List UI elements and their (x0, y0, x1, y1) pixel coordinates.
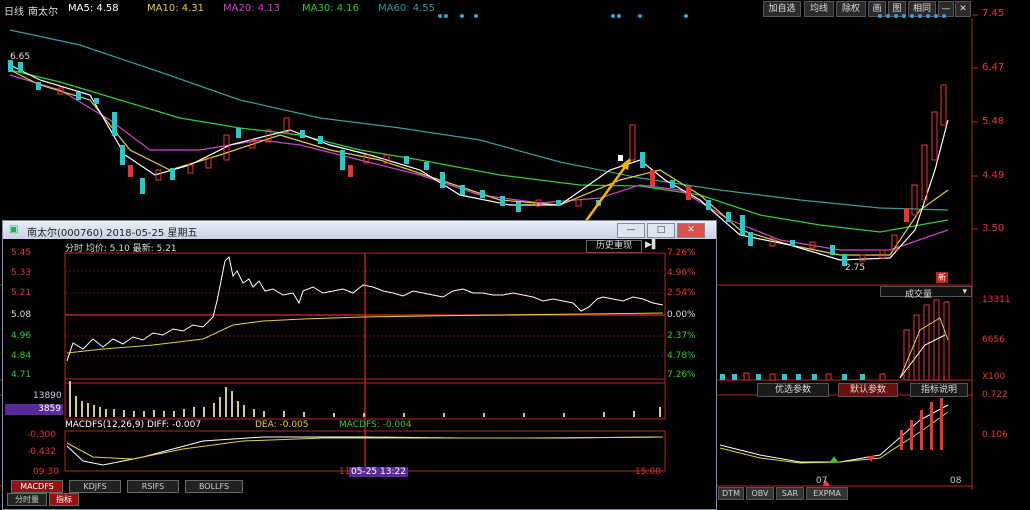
volume-selector-label: 成交量 (905, 290, 933, 300)
intraday-popup-window[interactable]: ▣ 南太尔(000760) 2018-05-25 星期五 — □ ✕ 分时 均价… (2, 220, 717, 510)
time-label: 15:00 (635, 467, 661, 477)
high-price-label: 6.65 (10, 52, 31, 62)
pct-tick: 2.37% (667, 331, 696, 341)
macd-tick: 0.722 (982, 390, 1008, 400)
price-tick: 4.84 (11, 351, 32, 361)
tab-kdjfs[interactable]: KDJFS (69, 480, 121, 493)
macd-label: MACDFS(12,26,9) DIFF: -0.007 (65, 420, 202, 430)
ma30-line (9, 69, 949, 233)
tab-rsifs[interactable]: RSIFS (127, 480, 179, 493)
price-tick: 4.49 (982, 170, 1005, 181)
price-tick: 5.21 (11, 288, 32, 298)
volume-selector[interactable]: 成交量 ▾ (880, 286, 972, 300)
pct-tick: 4.78% (667, 351, 696, 361)
vol-tick: 13890 (33, 391, 62, 401)
pct-tick: 7.26% (667, 370, 696, 380)
volume-tick: 6656 (982, 335, 1005, 345)
price-tick: 6.47 (982, 62, 1005, 73)
tab-bollfs[interactable]: BOLLFS (185, 480, 243, 493)
macd-tick: -0.300 (27, 430, 57, 440)
ma60-line (9, 29, 949, 211)
vol-value-badge: 3859 (5, 404, 63, 415)
event-markers (438, 14, 946, 18)
price-tick: 5.33 (11, 268, 32, 278)
x-label: 07 (816, 476, 828, 486)
default-params-button[interactable]: 默认参数 (838, 383, 898, 397)
intraday-chart (64, 252, 666, 472)
pct-tick: 7.26% (667, 248, 696, 258)
new-flag-badge: 新 (936, 272, 948, 283)
chevron-down-icon: ▾ (962, 287, 967, 297)
price-tick: 5.08 (11, 310, 32, 320)
pct-tick: 0.00% (667, 310, 696, 320)
indicator-help-button[interactable]: 指标说明 (910, 383, 968, 397)
tab-obv[interactable]: OBV (746, 487, 774, 500)
tab-indicator[interactable]: 指标 (49, 493, 79, 506)
dea-label: DEA: -0.005 (255, 420, 309, 430)
volume-tick: X100 (982, 372, 1006, 382)
macd-main (719, 398, 949, 486)
volume-bars (720, 299, 950, 381)
tab-expma[interactable]: EXPMA (806, 487, 848, 500)
macd-value-label: MACDFS: -0.004 (339, 420, 412, 430)
x-label: 08 (950, 476, 962, 486)
cursor-time-badge: 05-25 13:22 (349, 467, 408, 477)
price-tick: 3.50 (982, 223, 1005, 234)
price-tick: 4.96 (11, 331, 32, 341)
volume-tick: 13311 (982, 295, 1011, 305)
optimize-params-button[interactable]: 优选参数 (757, 383, 829, 397)
tab-sar[interactable]: SAR (776, 487, 804, 500)
price-tick: 5.45 (11, 248, 32, 258)
macd-tick: 0.106 (982, 430, 1008, 440)
tab-dtm[interactable]: DTM (718, 487, 744, 500)
low-price-label: 2.75 (845, 263, 866, 273)
pct-tick: 4.96% (667, 268, 696, 278)
price-tick: 5.48 (982, 116, 1005, 127)
price-tick: 4.71 (11, 370, 32, 380)
tab-macdfs[interactable]: MACDFS (11, 480, 63, 493)
pct-tick: 2.54% (667, 288, 696, 298)
tab-intraday-volume[interactable]: 分时量 (7, 493, 47, 506)
price-tick: 7.45 (982, 8, 1005, 19)
time-label: 09:30 (33, 467, 59, 477)
macd-tick: -0.432 (27, 447, 57, 457)
